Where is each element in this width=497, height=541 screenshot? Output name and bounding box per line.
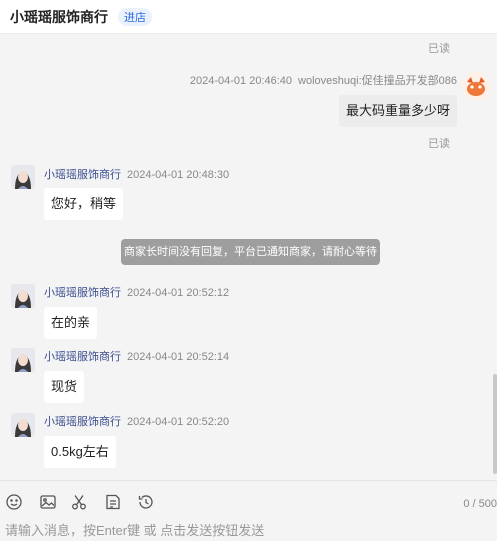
- user-avatar[interactable]: [462, 72, 490, 100]
- message-time: 2024-04-01 20:46:40: [189, 75, 293, 87]
- message-bubble: 0.5kg左右: [44, 436, 116, 468]
- chat-scrollbar[interactable]: [493, 374, 497, 474]
- message-time: 2024-04-01 20:52:14: [127, 351, 230, 363]
- order-icon[interactable]: [104, 493, 122, 511]
- shop-name: 小瑶瑶服饰商行: [10, 8, 108, 25]
- message-sender[interactable]: 小瑶瑶服饰商行: [44, 416, 121, 428]
- message-input[interactable]: [0, 520, 497, 541]
- shop-avatar[interactable]: [11, 348, 35, 372]
- history-icon[interactable]: [137, 493, 155, 511]
- system-notice: 商家长时间没有回复，平台已通知商家，请耐心等待: [121, 239, 380, 265]
- chat-area[interactable]: 已读 2024-04-01 20:46:40 woloveshuqi:促佳撞品开发…: [0, 34, 497, 480]
- char-counter: 0 / 500: [463, 498, 497, 510]
- message-time: 2024-04-01 20:48:30: [127, 169, 230, 181]
- scissors-icon[interactable]: [70, 493, 88, 511]
- message-sender[interactable]: 小瑶瑶服饰商行: [44, 169, 121, 181]
- message-meta: 小瑶瑶服饰商行 2024-04-01 20:52:12: [44, 284, 229, 300]
- message-bubble: 最大码重量多少呀: [338, 95, 457, 127]
- shop-avatar[interactable]: [11, 284, 35, 308]
- shop-avatar[interactable]: [11, 165, 35, 189]
- message-meta: 小瑶瑶服饰商行 2024-04-01 20:52:20: [44, 413, 229, 429]
- message-sender: woloveshuqi:促佳撞品开发部086: [298, 75, 457, 87]
- read-status: 已读: [428, 138, 450, 150]
- input-toolbar: 0 / 500: [0, 480, 497, 524]
- message-bubble: 现货: [44, 371, 85, 403]
- chat-header: 小瑶瑶服饰商行 进店: [0, 0, 497, 34]
- message-meta: 2024-04-01 20:46:40 woloveshuqi:促佳撞品开发部08…: [184, 72, 457, 88]
- message-time: 2024-04-01 20:52:20: [127, 416, 230, 428]
- message-sender[interactable]: 小瑶瑶服饰商行: [44, 351, 121, 363]
- message-sender[interactable]: 小瑶瑶服饰商行: [44, 287, 121, 299]
- enter-shop-button[interactable]: 进店: [118, 7, 152, 26]
- message-time: 2024-04-01 20:52:12: [127, 287, 230, 299]
- read-status: 已读: [428, 43, 450, 55]
- message-meta: 小瑶瑶服饰商行 2024-04-01 20:52:14: [44, 348, 229, 364]
- message-bubble: 您好，稍等: [44, 188, 124, 220]
- emoji-icon[interactable]: [5, 493, 23, 511]
- image-icon[interactable]: [39, 493, 57, 511]
- shop-avatar[interactable]: [11, 413, 35, 437]
- message-bubble: 在的亲: [44, 307, 98, 339]
- message-meta: 小瑶瑶服饰商行 2024-04-01 20:48:30: [44, 166, 229, 182]
